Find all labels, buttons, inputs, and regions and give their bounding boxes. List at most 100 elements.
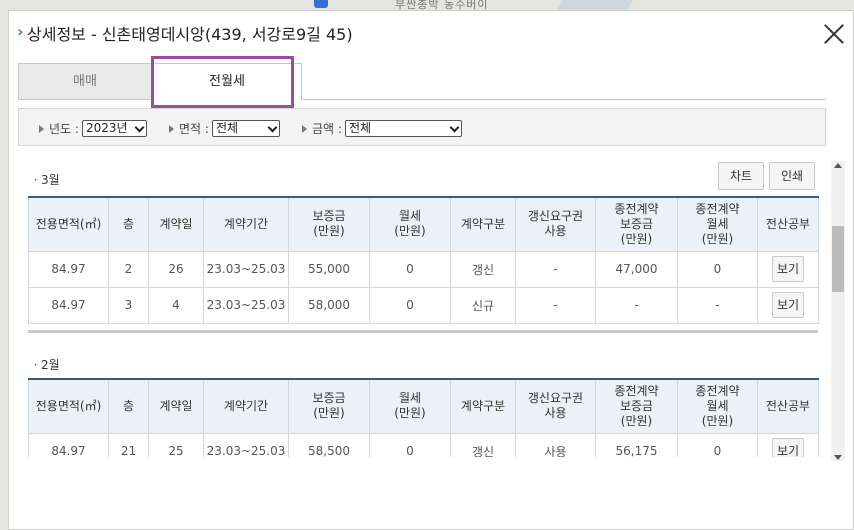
chevron-down-icon	[267, 122, 278, 133]
column-header: 계약기간	[203, 378, 289, 434]
year-filter: 년도 : 2023년	[39, 120, 147, 137]
deal-table-march: 전용면적(㎡) 층 계약일 계약기간 보증금 (만원) 월세 (만원) 계약구분 갱신요구권 …	[28, 196, 819, 324]
table-cell: 갱신	[450, 250, 516, 288]
table-cell: -	[677, 286, 758, 324]
table-header-row: 전용면적(㎡) 층 계약일 계약기간 보증금 (만원) 월세 (만원) 계약구분 갱신요구권 …	[28, 196, 819, 252]
column-header: 갱신요구권 사용	[515, 378, 596, 434]
table-header-row: 전용면적(㎡) 층 계약일 계약기간 보증금 (만원) 월세 (만원) 계약구분 갱신요구권 …	[28, 378, 819, 434]
title-arrow-icon: ›	[17, 22, 24, 41]
table-cell: 55,000	[288, 250, 370, 288]
table-cell: 21	[108, 432, 149, 457]
column-header: 월세 (만원)	[369, 196, 451, 252]
print-button[interactable]: 인쇄	[769, 162, 815, 190]
column-header: 계약일	[148, 196, 204, 252]
amount-select-value: 전체	[348, 121, 372, 135]
table-cell: 4	[148, 286, 204, 324]
table-cell: -	[595, 286, 678, 324]
tab-rent[interactable]: 전월세	[152, 63, 302, 101]
column-header: 월세 (만원)	[369, 378, 451, 434]
table-cell: 0	[677, 432, 758, 457]
table-cell: 0	[369, 286, 451, 324]
year-select-value: 2023년	[85, 121, 128, 135]
column-header: 종전계약 월세 (만원)	[677, 196, 758, 252]
table-cell: 23.03~25.03	[203, 432, 289, 457]
table-row: 84.97 2 26 23.03~25.03 55,000 0 갱신 -47,000 0 보기	[28, 250, 819, 288]
area-filter: 면적 : 전체	[169, 120, 280, 137]
column-header: 전용면적(㎡)	[28, 378, 109, 434]
amount-filter: 금액 : 전체	[302, 120, 462, 137]
column-header: 갱신요구권 사용	[515, 196, 596, 252]
table-cell: 23.03~25.03	[203, 286, 289, 324]
amount-select[interactable]: 전체	[344, 120, 462, 137]
table-cell: 58,000	[288, 286, 370, 324]
amount-filter-label: 금액 :	[312, 122, 342, 136]
table-cell: 58,500	[288, 432, 370, 457]
area-select[interactable]: 전체	[211, 120, 280, 137]
table-cell: 보기	[757, 250, 819, 288]
table-cell: 56,175	[595, 432, 678, 457]
map-road	[557, 0, 633, 10]
scroll-up-icon[interactable]	[834, 163, 842, 168]
map-pin-icon	[314, 0, 328, 8]
month-label-march: ㆍ3월	[30, 173, 60, 187]
scroll-down-icon[interactable]	[834, 455, 842, 460]
scrollbar[interactable]	[831, 161, 845, 461]
column-header: 종전계약 월세 (만원)	[677, 378, 758, 434]
view-button[interactable]: 보기	[772, 256, 804, 282]
column-header: 층	[108, 378, 149, 434]
column-header: 종전계약 보증금 (만원)	[595, 196, 678, 252]
chart-button[interactable]: 차트	[718, 162, 764, 190]
area-select-value: 전체	[215, 121, 239, 135]
column-header: 보증금 (만원)	[288, 196, 370, 252]
detail-dialog: › 상세정보 - 신촌태영데시앙(439, 서강로9길 45) 매매 전월세 년…	[8, 10, 854, 530]
table-cell: 갱신	[450, 432, 516, 457]
table-cell: 23.03~25.03	[203, 250, 289, 288]
filter-bar: 년도 : 2023년 면적 : 전체 금액 : 전체	[18, 108, 826, 146]
table-cell: 0	[369, 432, 451, 457]
chevron-down-icon	[134, 122, 145, 133]
view-button[interactable]: 보기	[772, 292, 804, 318]
table-cell: 2	[108, 250, 149, 288]
chevron-down-icon	[449, 122, 460, 133]
table-cell: 보기	[757, 432, 819, 457]
month-label-february: ㆍ2월	[30, 358, 60, 372]
table-cell: 26	[148, 250, 204, 288]
area-filter-label: 면적 :	[179, 122, 209, 136]
table-cell: -	[515, 286, 596, 324]
triangle-icon	[302, 124, 307, 133]
table-cell: 사용	[515, 432, 596, 457]
results-area: ㆍ3월 차트 인쇄 전용면적(㎡) 층 계약일 계약기간 보증금 (만원) 월세 (만원)…	[18, 147, 826, 457]
column-header: 계약기간	[203, 196, 289, 252]
dialog-title: 상세정보 - 신촌태영데시앙(439, 서강로9길 45)	[27, 25, 353, 44]
year-filter-label: 년도 :	[49, 122, 79, 136]
scroll-thumb[interactable]	[832, 226, 844, 292]
table-cell: 84.97	[28, 432, 109, 457]
column-header: 층	[108, 196, 149, 252]
view-button[interactable]: 보기	[772, 438, 804, 457]
year-select[interactable]: 2023년	[81, 120, 147, 137]
table-cell: 신규	[450, 286, 516, 324]
table-cell: 0	[677, 250, 758, 288]
tab-sale[interactable]: 매매	[18, 63, 152, 100]
table-cell: 84.97	[28, 250, 109, 288]
close-button[interactable]	[821, 21, 847, 47]
table-cell: -	[515, 250, 596, 288]
table-row: 84.97 3 4 23.03~25.03 58,000 0 신규 - - - 보기	[28, 286, 819, 324]
table-row: 84.97 21 25 23.03~25.03 58,500 0 갱신 사용 56,175 0 보기	[28, 432, 819, 457]
table-cell: 84.97	[28, 286, 109, 324]
column-header: 전산공부	[757, 196, 819, 252]
column-header: 계약일	[148, 378, 204, 434]
table-cell: 보기	[757, 286, 819, 324]
column-header: 계약구분	[450, 378, 516, 434]
table-cell: 25	[148, 432, 204, 457]
triangle-icon	[39, 124, 44, 133]
table-cell: 3	[108, 286, 149, 324]
column-header: 전산공부	[757, 378, 819, 434]
column-header: 종전계약 보증금 (만원)	[595, 378, 678, 434]
dialog-header: › 상세정보 - 신촌태영데시앙(439, 서강로9길 45)	[9, 11, 854, 55]
tab-bar: 매매 전월세	[18, 63, 826, 101]
table-cell: 0	[369, 250, 451, 288]
table-cell: 47,000	[595, 250, 678, 288]
deal-table-february: 전용면적(㎡) 층 계약일 계약기간 보증금 (만원) 월세 (만원) 계약구분 갱신요구권 …	[28, 378, 819, 457]
triangle-icon	[169, 124, 174, 133]
